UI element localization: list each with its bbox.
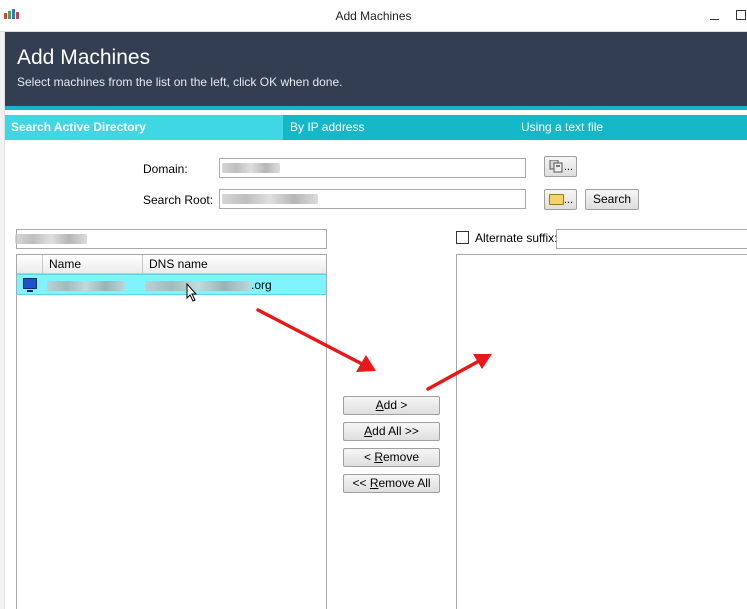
domain-browse-button[interactable]: ... xyxy=(544,156,577,177)
maximize-icon[interactable] xyxy=(736,10,746,20)
search-root-label: Search Root: xyxy=(143,193,214,207)
alternate-suffix-label: Alternate suffix: xyxy=(475,231,558,245)
remove-mnemonic: R xyxy=(374,450,383,464)
browse-ellipsis: ... xyxy=(563,194,573,206)
add-button[interactable]: Add > xyxy=(343,396,440,415)
redacted-value xyxy=(222,194,318,204)
title-bar: Add Machines xyxy=(0,0,747,32)
selected-machines-list[interactable] xyxy=(456,254,747,609)
redacted-name xyxy=(47,281,125,291)
remove-prefix: < xyxy=(363,450,375,464)
tab-using-text-file[interactable]: Using a text file xyxy=(513,115,747,140)
column-dns-name[interactable]: DNS name xyxy=(143,255,326,274)
domain-label: Domain: xyxy=(143,162,188,176)
remove-button[interactable]: < Remove xyxy=(343,448,440,467)
header-subtitle: Select machines from the list on the lef… xyxy=(17,75,343,89)
alternate-suffix-checkbox[interactable] xyxy=(456,231,469,244)
machine-list[interactable]: Name DNS name .org xyxy=(16,254,327,609)
column-icon xyxy=(17,255,43,274)
tab-search-active-directory[interactable]: Search Active Directory xyxy=(5,115,283,140)
dns-suffix: .org xyxy=(251,278,272,292)
table-row[interactable]: .org xyxy=(17,274,326,295)
remove-all-button[interactable]: << Remove All xyxy=(343,474,440,493)
remove-label: emove xyxy=(382,450,420,464)
remove-all-label: emove All xyxy=(378,476,431,490)
list-header: Name DNS name xyxy=(17,255,326,274)
header-banner: Add Machines Select machines from the li… xyxy=(5,32,747,110)
search-root-input[interactable] xyxy=(219,189,526,209)
tab-by-ip-address[interactable]: By IP address xyxy=(283,115,513,140)
add-mnemonic: A xyxy=(375,398,384,412)
add-label: dd > xyxy=(383,398,408,412)
minimize-icon[interactable] xyxy=(708,8,722,22)
computers-icon xyxy=(549,160,563,173)
search-button[interactable]: Search xyxy=(585,189,639,210)
filter-input[interactable] xyxy=(15,229,327,249)
browse-ellipsis: ... xyxy=(563,161,573,173)
window-title: Add Machines xyxy=(335,9,412,23)
mouse-pointer-icon xyxy=(186,283,198,302)
search-root-browse-button[interactable]: ... xyxy=(544,189,577,210)
domain-input[interactable] xyxy=(219,158,526,178)
column-name[interactable]: Name xyxy=(43,255,143,274)
remove-all-mnemonic: R xyxy=(369,476,379,490)
tab-bar: Search Active Directory By IP address Us… xyxy=(5,115,747,140)
redacted-value xyxy=(222,163,280,173)
remove-all-prefix: << xyxy=(352,476,370,490)
add-all-mnemonic: A xyxy=(364,424,373,438)
alternate-suffix-input[interactable] xyxy=(556,229,747,249)
header-title: Add Machines xyxy=(17,46,151,69)
folder-icon xyxy=(549,194,564,205)
add-all-button[interactable]: Add All >> xyxy=(343,422,440,441)
computer-icon xyxy=(23,278,37,292)
redacted-value xyxy=(15,234,87,244)
add-all-label: dd All >> xyxy=(372,424,419,438)
